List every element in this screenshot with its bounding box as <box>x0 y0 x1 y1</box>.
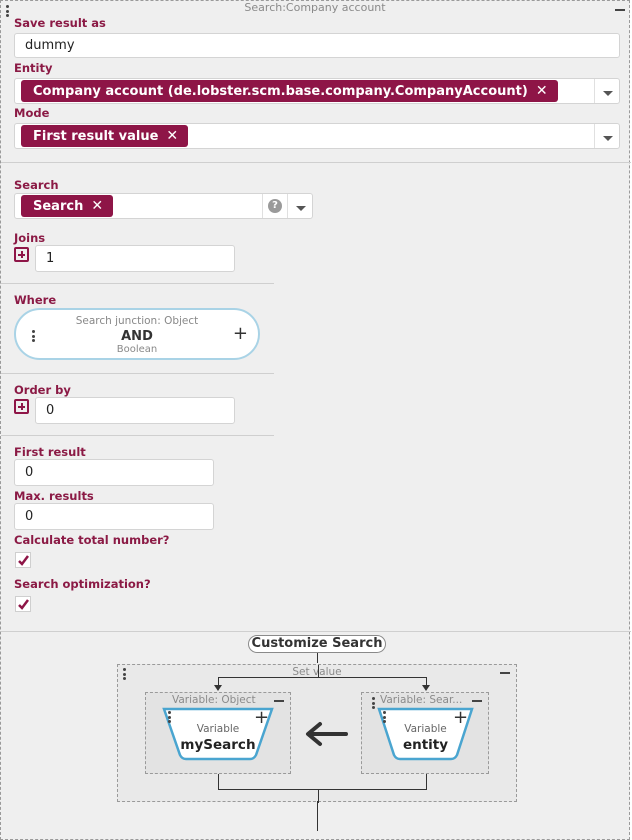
search-node-frame: Search:Company account Save result as du… <box>0 0 631 840</box>
arrow-left-icon <box>306 722 348 746</box>
variable-node-left[interactable]: Variable: Object + Variable mySearch <box>145 692 291 774</box>
frame-title: Search:Company account <box>244 1 386 14</box>
search-junction-node[interactable]: Search junction: Object AND Boolean + <box>14 308 260 360</box>
mode-label: Mode <box>14 106 50 120</box>
drag-handle-icon[interactable] <box>372 697 376 711</box>
variable-shape[interactable]: + Variable mySearch <box>162 707 274 761</box>
collapse-icon[interactable] <box>472 700 482 702</box>
drag-handle-icon[interactable] <box>6 5 10 19</box>
junction-result-type: Boolean <box>116 344 158 355</box>
connector-line <box>426 774 427 790</box>
max-results-label: Max. results <box>14 489 94 503</box>
collapse-icon[interactable] <box>615 9 625 11</box>
search-label: Search <box>14 178 59 192</box>
entity-label: Entity <box>14 61 53 75</box>
search-tag-label: Search <box>33 198 84 214</box>
variable-name: entity <box>402 737 449 753</box>
joins-input[interactable]: 1 <box>35 245 235 272</box>
add-condition-icon[interactable]: + <box>233 325 248 343</box>
calc-total-label: Calculate total number? <box>14 533 170 547</box>
divider <box>1 631 631 632</box>
connector-line <box>218 677 426 678</box>
first-result-label: First result <box>14 445 86 459</box>
chevron-down-icon[interactable] <box>594 124 621 148</box>
chevron-down-icon[interactable] <box>287 194 314 218</box>
chevron-down-icon[interactable] <box>594 79 621 103</box>
checkmark-icon <box>18 555 29 566</box>
collapse-icon[interactable] <box>274 700 284 702</box>
save-result-value: dummy <box>25 38 75 53</box>
order-by-label: Order by <box>14 383 71 397</box>
search-tag: Search ✕ <box>21 195 114 217</box>
help-button[interactable]: ? <box>262 194 287 218</box>
junction-operator: AND <box>121 329 153 344</box>
save-result-label: Save result as <box>14 16 106 30</box>
search-opt-checkbox[interactable] <box>15 596 31 612</box>
connector-line <box>218 774 219 790</box>
variable-node-right[interactable]: Variable: Sear... + Variable entity <box>361 692 489 774</box>
entity-tag: Company account (de.lobster.scm.base.com… <box>21 80 558 102</box>
max-results-input[interactable]: 0 <box>14 503 214 530</box>
divider <box>1 435 274 436</box>
remove-icon[interactable]: ✕ <box>536 83 548 99</box>
help-icon: ? <box>268 199 282 213</box>
divider <box>1 162 631 163</box>
variable-title: Variable: Sear... <box>380 694 463 706</box>
mode-tag-label: First result value <box>33 128 159 144</box>
first-result-input[interactable]: 0 <box>14 459 214 486</box>
connector-line <box>317 801 318 831</box>
calc-total-checkbox[interactable] <box>15 552 31 568</box>
connector-line <box>317 653 318 663</box>
variable-name: mySearch <box>180 737 256 753</box>
where-label: Where <box>14 293 57 307</box>
remove-icon[interactable]: ✕ <box>91 198 103 214</box>
remove-icon[interactable]: ✕ <box>166 128 178 144</box>
order-by-value: 0 <box>46 403 55 418</box>
arrow-down-icon <box>214 685 222 691</box>
first-result-value: 0 <box>25 465 34 480</box>
add-order-icon[interactable] <box>14 399 29 414</box>
divider <box>1 373 274 374</box>
checkmark-icon <box>18 599 29 610</box>
junction-type: Search junction: Object <box>75 315 199 327</box>
divider <box>1 283 274 284</box>
mode-tag: First result value ✕ <box>21 125 189 147</box>
arrow-down-icon <box>422 685 430 691</box>
max-results-value: 0 <box>25 509 34 524</box>
connector-line <box>218 789 427 790</box>
connector-line <box>318 789 319 803</box>
search-opt-label: Search optimization? <box>14 577 151 591</box>
joins-label: Joins <box>14 231 46 245</box>
set-value-node[interactable]: Set value Variable: Object + Variable my… <box>117 664 517 803</box>
save-result-input[interactable]: dummy <box>14 33 620 58</box>
drag-handle-icon[interactable] <box>123 668 127 682</box>
entity-tag-label: Company account (de.lobster.scm.base.com… <box>33 83 528 99</box>
customize-search-button[interactable]: Customize Search <box>248 635 386 653</box>
variable-title: Variable: Object <box>172 694 256 706</box>
order-by-input[interactable]: 0 <box>35 397 235 424</box>
variable-shape[interactable]: + Variable entity <box>377 707 474 761</box>
joins-value: 1 <box>46 251 55 266</box>
variable-kind: Variable <box>404 723 447 735</box>
add-join-icon[interactable] <box>14 247 29 262</box>
collapse-icon[interactable] <box>500 672 510 674</box>
variable-kind: Variable <box>196 723 240 735</box>
